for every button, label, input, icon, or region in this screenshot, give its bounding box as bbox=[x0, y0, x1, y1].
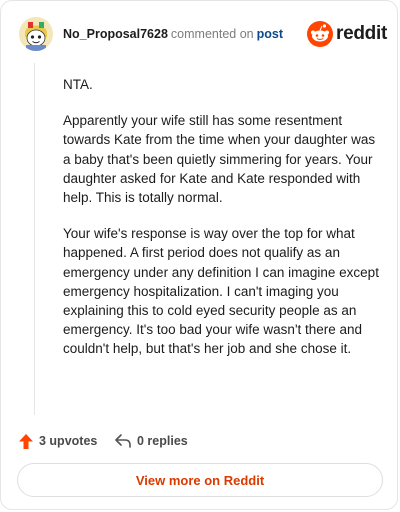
comment-paragraph: Your wife's response is way over the top… bbox=[63, 226, 379, 357]
upvote-count: 3 upvotes bbox=[39, 434, 98, 448]
reddit-logo-icon bbox=[307, 21, 333, 47]
view-more-button[interactable]: View more on Reddit bbox=[17, 463, 383, 497]
reply-arrow-icon bbox=[115, 434, 131, 448]
comment-paragraph: Apparently your wife still has some rese… bbox=[63, 113, 376, 206]
thread-line bbox=[34, 63, 35, 415]
reddit-brand[interactable]: reddit bbox=[307, 21, 387, 47]
comment-header: No_Proposal7628 commented on post reddit bbox=[19, 17, 387, 51]
embed-card: No_Proposal7628 commented on post reddit N… bbox=[0, 0, 398, 510]
reply-action[interactable]: 0 replies bbox=[115, 431, 188, 451]
reply-count: 0 replies bbox=[137, 434, 188, 448]
commented-on-text: commented on bbox=[170, 27, 254, 41]
username-link[interactable]: No_Proposal7628 bbox=[63, 27, 168, 41]
comment-body: NTA. Apparently your wife still has some… bbox=[63, 75, 379, 376]
comment-meta: No_Proposal7628 commented on post bbox=[63, 27, 283, 41]
upvote-arrow-icon bbox=[19, 433, 33, 449]
comment-actions: 3 upvotes 0 replies bbox=[19, 431, 219, 451]
reddit-wordmark: reddit bbox=[336, 23, 387, 44]
post-link[interactable]: post bbox=[257, 27, 283, 41]
upvote-action[interactable]: 3 upvotes bbox=[19, 431, 97, 451]
comment-paragraph: NTA. bbox=[63, 77, 93, 92]
snoo-avatar-icon bbox=[19, 17, 53, 51]
user-avatar[interactable] bbox=[19, 17, 53, 51]
